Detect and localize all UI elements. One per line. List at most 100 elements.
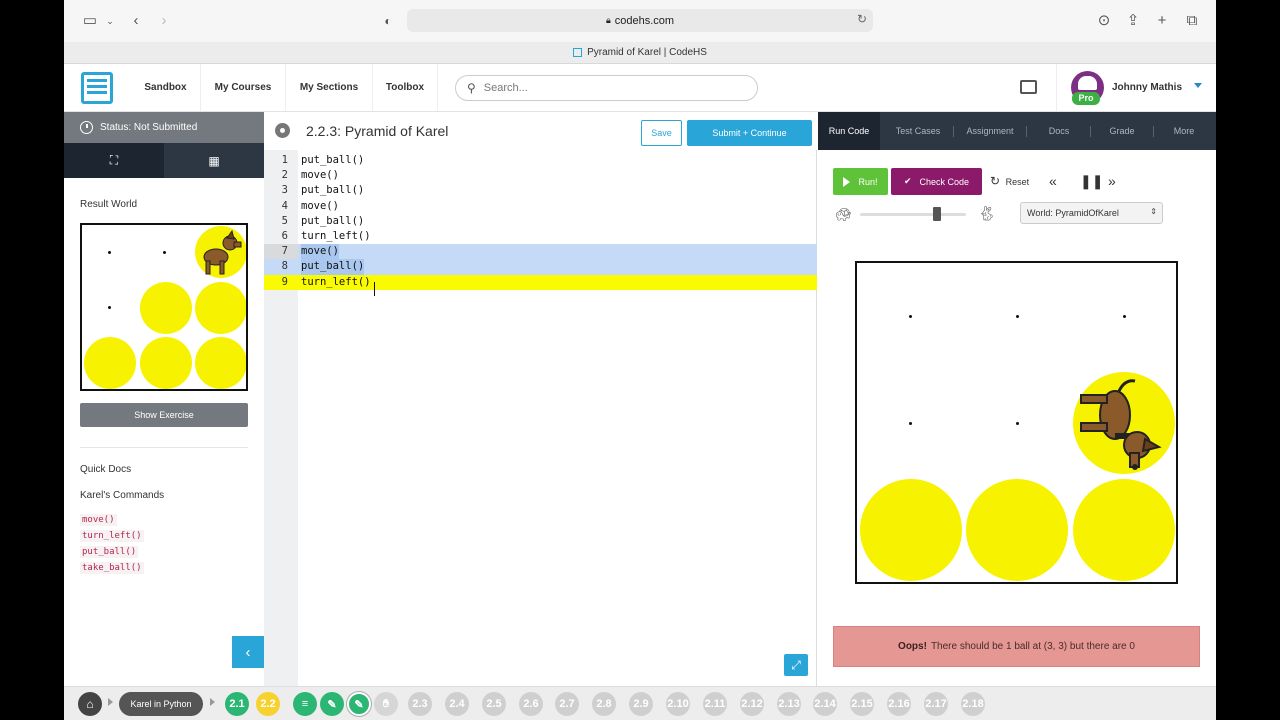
lesson-item-quiz-icon[interactable]: ✋︎ [374, 692, 398, 716]
reset-icon: ↻ [990, 174, 1001, 188]
collapse-sidebar-button[interactable]: ‹ [232, 636, 264, 668]
tab-strip[interactable]: Pyramid of Karel | CodeHS [64, 42, 1216, 64]
breadcrumb-arrow-icon [210, 698, 215, 706]
reset-button[interactable]: ↻ Reset [990, 174, 1029, 188]
rabbit-icon: 🐇︎ [978, 205, 996, 221]
tab-assignment[interactable]: Assignment [954, 112, 1026, 150]
ball [966, 479, 1068, 581]
forward-icon[interactable]: › [154, 11, 174, 31]
new-tab-icon[interactable]: + [1152, 11, 1172, 31]
pause-icon[interactable]: ❚❚ [1080, 173, 1103, 190]
code-line[interactable]: 5 put_ball() [264, 214, 817, 229]
grid-dot [909, 422, 912, 425]
command-turn-left: turn_left() [80, 530, 144, 542]
lesson-2-4[interactable]: 2.4 [445, 692, 469, 716]
line-number: 4 [281, 199, 288, 212]
lesson-2-15[interactable]: 2.15 [850, 692, 874, 716]
step-back-icon[interactable]: « [1049, 173, 1057, 189]
tab-grade[interactable]: Grade [1091, 112, 1153, 150]
nav-my-sections[interactable]: My Sections [286, 64, 373, 111]
check-code-button[interactable]: ✔ Check Code [891, 168, 982, 195]
lesson-2-7[interactable]: 2.7 [555, 692, 579, 716]
lesson-2-12[interactable]: 2.12 [740, 692, 764, 716]
error-strong: Oops! [898, 641, 927, 652]
user-name[interactable]: Johnny Mathis [1112, 82, 1182, 93]
lesson-item-pencil-icon[interactable]: ✎ [320, 692, 344, 716]
lesson-2-2[interactable]: 2.2 [256, 692, 280, 716]
chevron-down-icon[interactable]: ⌄ [100, 11, 120, 31]
code-line[interactable]: 2 move() [264, 168, 817, 183]
lesson-2-14[interactable]: 2.14 [813, 692, 837, 716]
nav-sandbox[interactable]: Sandbox [131, 64, 201, 111]
save-button[interactable]: Save [641, 120, 682, 146]
codehs-logo[interactable] [81, 72, 113, 104]
sidebar-toggle-icon[interactable]: ▭ [80, 11, 100, 31]
reload-icon[interactable]: ↻ [857, 12, 867, 26]
tabs-overview-icon[interactable]: ⧉ [1182, 11, 1202, 31]
lesson-2-10[interactable]: 2.10 [666, 692, 690, 716]
lesson-2-18[interactable]: 2.18 [961, 692, 985, 716]
code-line-executing[interactable]: 9 turn_left() [264, 274, 817, 290]
lesson-2-17[interactable]: 2.17 [924, 692, 948, 716]
speed-slider[interactable] [860, 213, 966, 216]
address-bar[interactable]: 🔒︎ codehs.com ↻ [407, 9, 873, 32]
lesson-2-5[interactable]: 2.5 [482, 692, 506, 716]
line-number: 3 [281, 184, 288, 197]
speed-slider-handle[interactable] [933, 207, 941, 221]
shield-icon[interactable]: ◐ [378, 11, 398, 31]
lesson-2-3[interactable]: 2.3 [408, 692, 432, 716]
course-breadcrumb[interactable]: Karel in Python [119, 692, 203, 716]
expand-icon[interactable]: ⤢ [784, 654, 808, 676]
lesson-2-8[interactable]: 2.8 [592, 692, 616, 716]
search-input[interactable]: ⚲ Search... [455, 75, 758, 101]
back-icon[interactable]: ‹ [126, 11, 146, 31]
run-button[interactable]: Run! [833, 168, 888, 195]
home-icon[interactable]: ⌂ [78, 692, 102, 716]
lesson-2-1[interactable]: 2.1 [225, 692, 249, 716]
lesson-2-16[interactable]: 2.16 [887, 692, 911, 716]
lesson-2-13[interactable]: 2.13 [777, 692, 801, 716]
show-exercise-button[interactable]: Show Exercise [80, 403, 248, 427]
nav-my-courses[interactable]: My Courses [201, 64, 286, 111]
user-menu-caret-icon[interactable] [1194, 83, 1202, 88]
command-take-ball: take_ball() [80, 562, 144, 574]
lesson-item-current-pencil-icon[interactable]: ✎ [347, 692, 371, 716]
code-text-area[interactable]: 1 put_ball() 2 move() 3 put_ball() 4 move() … [264, 153, 817, 290]
quick-docs-heading[interactable]: Quick Docs [80, 464, 131, 475]
chevron-left-icon: ‹ [245, 643, 251, 661]
code-line[interactable]: 3 put_ball() [264, 183, 817, 198]
step-forward-icon[interactable]: » [1108, 173, 1116, 189]
tab-map[interactable]: ⛶ [64, 143, 164, 178]
karel-dog-icon [203, 229, 242, 275]
play-icon [843, 176, 851, 187]
tab-test-cases[interactable]: Test Cases [883, 112, 953, 150]
window-icon[interactable] [1020, 80, 1037, 94]
tab-calendar[interactable]: ▦ [164, 143, 264, 178]
share-icon[interactable]: ⇪ [1123, 11, 1143, 31]
nav-toolbox[interactable]: Toolbox [373, 64, 438, 111]
line-number: 2 [281, 169, 288, 182]
lesson-item-doc-icon[interactable]: ≡ [293, 692, 317, 716]
browser-window: ▭ ⌄ ‹ › ◐ 🔒︎ codehs.com ↻ ⊙ ⇪ + ⧉ Pyrami… [64, 0, 1216, 720]
select-arrows-icon: ⇕ [1150, 207, 1157, 216]
line-number: 8 [281, 260, 288, 273]
code-line[interactable]: 4 move() [264, 199, 817, 214]
submit-continue-button[interactable]: Submit + Continue [687, 120, 812, 146]
world-select[interactable]: World: PyramidOfKarel ⇕ [1020, 202, 1163, 224]
code-line-selected[interactable]: 7 move() [264, 244, 817, 260]
lesson-2-11[interactable]: 2.11 [703, 692, 727, 716]
karel-commands-heading[interactable]: Karel's Commands [80, 490, 164, 501]
download-icon[interactable]: ⊙ [1094, 11, 1114, 31]
code-line-selected[interactable]: 8 put_ball() [264, 259, 817, 275]
tab-more[interactable]: More [1154, 112, 1214, 150]
lesson-2-9[interactable]: 2.9 [629, 692, 653, 716]
map-icon: ⛶ [109, 153, 119, 167]
code-text: move() [301, 199, 339, 212]
code-line[interactable]: 6 turn_left() [264, 229, 817, 244]
exercise-title: 2.2.3: Pyramid of Karel [306, 123, 449, 139]
tab-run-code[interactable]: Run Code [818, 112, 880, 150]
tab-docs[interactable]: Docs [1028, 112, 1090, 150]
gear-icon[interactable] [275, 123, 290, 138]
code-line[interactable]: 1 put_ball() [264, 153, 817, 168]
lesson-2-6[interactable]: 2.6 [519, 692, 543, 716]
